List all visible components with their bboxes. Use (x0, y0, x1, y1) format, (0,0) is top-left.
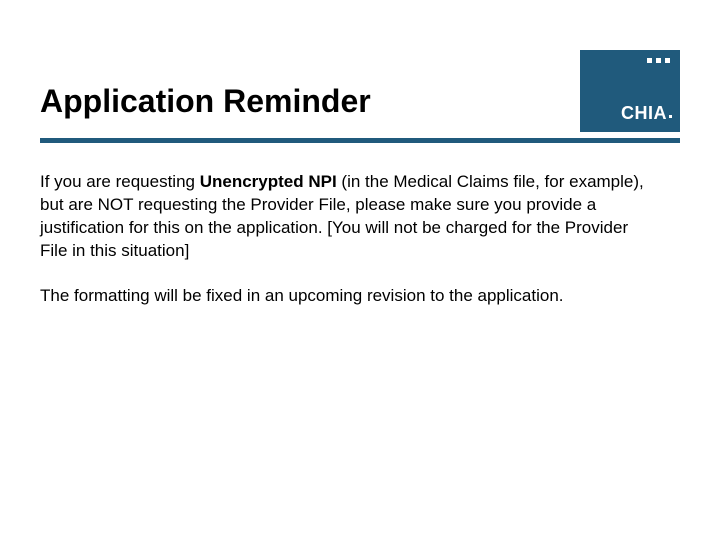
page-title: Application Reminder (40, 83, 371, 132)
header-divider (40, 138, 680, 143)
body-paragraph-1: If you are requesting Unencrypted NPI (i… (40, 171, 660, 263)
slide: Application Reminder CHIA If you are req… (0, 0, 720, 540)
logo-text: CHIA (621, 103, 672, 124)
body-paragraph-2: The formatting will be fixed in an upcom… (40, 285, 660, 308)
logo-dots-icon (647, 58, 670, 63)
p1-bold: Unencrypted NPI (200, 172, 337, 191)
header-row: Application Reminder CHIA (40, 50, 680, 132)
p1-prefix: If you are requesting (40, 172, 200, 191)
chia-logo: CHIA (580, 50, 680, 132)
